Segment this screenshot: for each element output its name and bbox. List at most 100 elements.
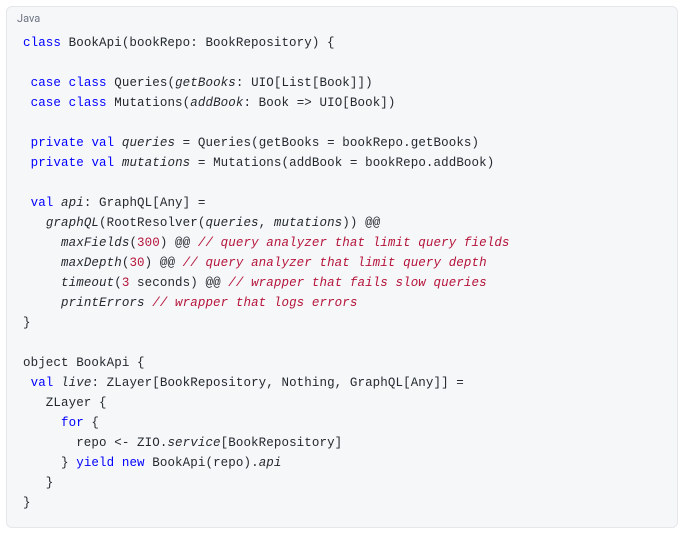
token-kw: case <box>31 76 61 90</box>
code-line <box>23 333 661 353</box>
code-line <box>23 173 661 193</box>
token <box>23 196 31 210</box>
token: BookApi(bookRepo: BookRepository) { <box>61 36 335 50</box>
token-ident-i: maxFields <box>61 236 129 250</box>
token: ( <box>114 276 122 290</box>
token-comment: // wrapper that logs errors <box>152 296 357 310</box>
code-block: Java class BookApi(bookRepo: BookReposit… <box>6 6 678 528</box>
code-line: case class Mutations(addBook: Book => UI… <box>23 93 661 113</box>
token-ident-i: queries <box>122 136 175 150</box>
token <box>23 136 31 150</box>
token-ident-i: mutations <box>122 156 190 170</box>
token: ( <box>129 236 137 250</box>
code-line: repo <- ZIO.service[BookRepository] <box>23 433 661 453</box>
token-num: 300 <box>137 236 160 250</box>
token-ident-i: api <box>61 196 84 210</box>
code-body: class BookApi(bookRepo: BookRepository) … <box>7 27 677 527</box>
token <box>23 156 31 170</box>
code-line <box>23 113 661 133</box>
token: (RootResolver( <box>99 216 205 230</box>
token: seconds) @@ <box>129 276 228 290</box>
token-kw: class <box>23 36 61 50</box>
token: = Mutations(addBook = bookRepo.addBook) <box>190 156 494 170</box>
code-line: maxDepth(30) @@ // query analyzer that l… <box>23 253 661 273</box>
code-line: val api: GraphQL[Any] = <box>23 193 661 213</box>
token-ident-i: maxDepth <box>61 256 122 270</box>
token <box>114 156 122 170</box>
token <box>23 276 61 290</box>
token-kw: class <box>69 96 107 110</box>
token: ) @@ <box>160 236 198 250</box>
token-kw: val <box>31 376 54 390</box>
token <box>61 76 69 90</box>
code-language-label: Java <box>7 7 677 27</box>
token-kw: val <box>31 196 54 210</box>
token-ident-i: api <box>259 456 282 470</box>
token: ZLayer { <box>23 396 107 410</box>
code-line: } <box>23 473 661 493</box>
token: ) @@ <box>145 256 183 270</box>
token-comment: // query analyzer that limit query field… <box>198 236 510 250</box>
token <box>61 96 69 110</box>
token-comment: // query analyzer that limit query depth <box>183 256 487 270</box>
code-line: ZLayer { <box>23 393 661 413</box>
token: } <box>23 316 31 330</box>
code-line: maxFields(300) @@ // query analyzer that… <box>23 233 661 253</box>
token: , <box>259 216 274 230</box>
token-kw: class <box>69 76 107 90</box>
code-line: case class Queries(getBooks: UIO[List[Bo… <box>23 73 661 93</box>
code-line: object BookApi { <box>23 353 661 373</box>
token <box>53 376 61 390</box>
token <box>23 376 31 390</box>
code-line: } yield new BookApi(repo).api <box>23 453 661 473</box>
token: = Queries(getBooks = bookRepo.getBooks) <box>175 136 479 150</box>
token-ident-i: getBooks <box>175 76 236 90</box>
token-ident-i: live <box>61 376 91 390</box>
code-line: } <box>23 493 661 513</box>
code-line <box>23 53 661 73</box>
token-num: 30 <box>129 256 144 270</box>
code-line: graphQL(RootResolver(queries, mutations)… <box>23 213 661 233</box>
token <box>23 416 61 430</box>
token <box>23 76 31 90</box>
token-kw: private <box>31 156 84 170</box>
token-ident-i: service <box>167 436 220 450</box>
token: : Book => UIO[Book]) <box>243 96 395 110</box>
code-line: timeout(3 seconds) @@ // wrapper that fa… <box>23 273 661 293</box>
token <box>23 256 61 270</box>
token-ident-i: queries <box>205 216 258 230</box>
token-kw: yield <box>76 456 114 470</box>
token: BookApi(repo). <box>145 456 259 470</box>
token-ident-i: mutations <box>274 216 342 230</box>
token <box>23 296 61 310</box>
code-line: for { <box>23 413 661 433</box>
token-kw: new <box>122 456 145 470</box>
code-line: } <box>23 313 661 333</box>
token: repo <- ZIO. <box>23 436 167 450</box>
token: Queries( <box>107 76 175 90</box>
token-comment: // wrapper that fails slow queries <box>228 276 486 290</box>
token: object BookApi { <box>23 356 145 370</box>
token-kw: val <box>91 136 114 150</box>
code-line: private val queries = Queries(getBooks =… <box>23 133 661 153</box>
code-line: class BookApi(bookRepo: BookRepository) … <box>23 33 661 53</box>
token <box>114 136 122 150</box>
token-kw: for <box>61 416 84 430</box>
token: [BookRepository] <box>221 436 343 450</box>
token: } <box>23 496 31 510</box>
token: } <box>23 476 53 490</box>
token <box>23 216 46 230</box>
token-ident-i: graphQL <box>46 216 99 230</box>
code-line: printErrors // wrapper that logs errors <box>23 293 661 313</box>
token-ident-i: timeout <box>61 276 114 290</box>
token-ident-i: printErrors <box>61 296 145 310</box>
token: : GraphQL[Any] = <box>84 196 206 210</box>
token-kw: val <box>91 156 114 170</box>
code-line: private val mutations = Mutations(addBoo… <box>23 153 661 173</box>
token: Mutations( <box>107 96 191 110</box>
token <box>23 96 31 110</box>
token: : ZLayer[BookRepository, Nothing, GraphQ… <box>91 376 463 390</box>
token: )) @@ <box>342 216 380 230</box>
token-kw: private <box>31 136 84 150</box>
token-kw: case <box>31 96 61 110</box>
